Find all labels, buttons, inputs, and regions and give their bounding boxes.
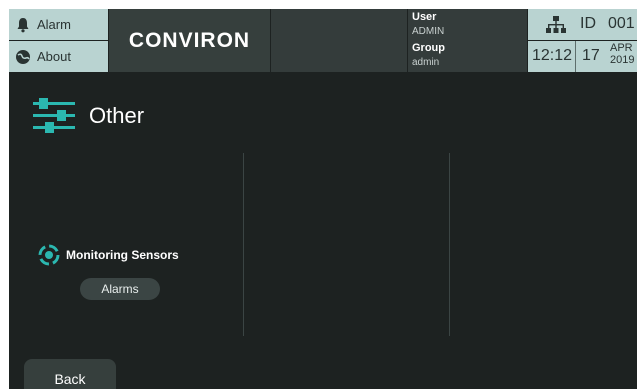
back-button[interactable]: Back	[24, 359, 116, 389]
alarm-label: Alarm	[37, 17, 71, 32]
datetime-panel[interactable]: 12:12 17 APR 2019	[528, 41, 637, 72]
id-label: ID	[580, 15, 596, 32]
monitoring-sensors-heading: Monitoring Sensors	[38, 244, 179, 266]
monitoring-sensors-label: Monitoring Sensors	[66, 248, 179, 262]
group-label: Group	[412, 42, 445, 54]
user-info: User ADMIN Group admin	[408, 9, 527, 72]
date-day: 17	[582, 47, 600, 64]
user-label: User	[412, 11, 437, 23]
bell-icon	[17, 17, 29, 32]
datetime-divider	[575, 41, 576, 72]
header: Alarm About CONVIRON User ADMIN Group ad…	[9, 9, 637, 72]
alarm-button[interactable]: Alarm	[9, 9, 108, 40]
screen: Alarm About CONVIRON User ADMIN Group ad…	[9, 9, 637, 389]
user-value: ADMIN	[412, 26, 445, 37]
sensor-target-icon	[38, 244, 60, 266]
about-button[interactable]: About	[9, 41, 108, 72]
header-spacer	[271, 9, 407, 72]
settings-sliders-icon	[33, 98, 75, 133]
column-divider	[449, 153, 450, 336]
conviron-logo: CONVIRON	[128, 28, 251, 52]
date-year: 2019	[610, 54, 635, 66]
page-header: Other	[33, 97, 144, 135]
date-month: APR	[610, 42, 633, 54]
clock-time: 12:12	[532, 47, 573, 64]
network-id-panel[interactable]: ID 001	[528, 9, 637, 40]
group-value: admin	[412, 57, 440, 68]
column-divider	[243, 153, 244, 336]
alarms-button[interactable]: Alarms	[80, 278, 160, 300]
page-title: Other	[89, 103, 145, 128]
about-label: About	[37, 49, 71, 64]
globe-icon	[16, 49, 30, 64]
id-value: 001	[608, 15, 635, 32]
logo-cell: CONVIRON	[109, 9, 270, 72]
network-icon	[546, 16, 566, 33]
